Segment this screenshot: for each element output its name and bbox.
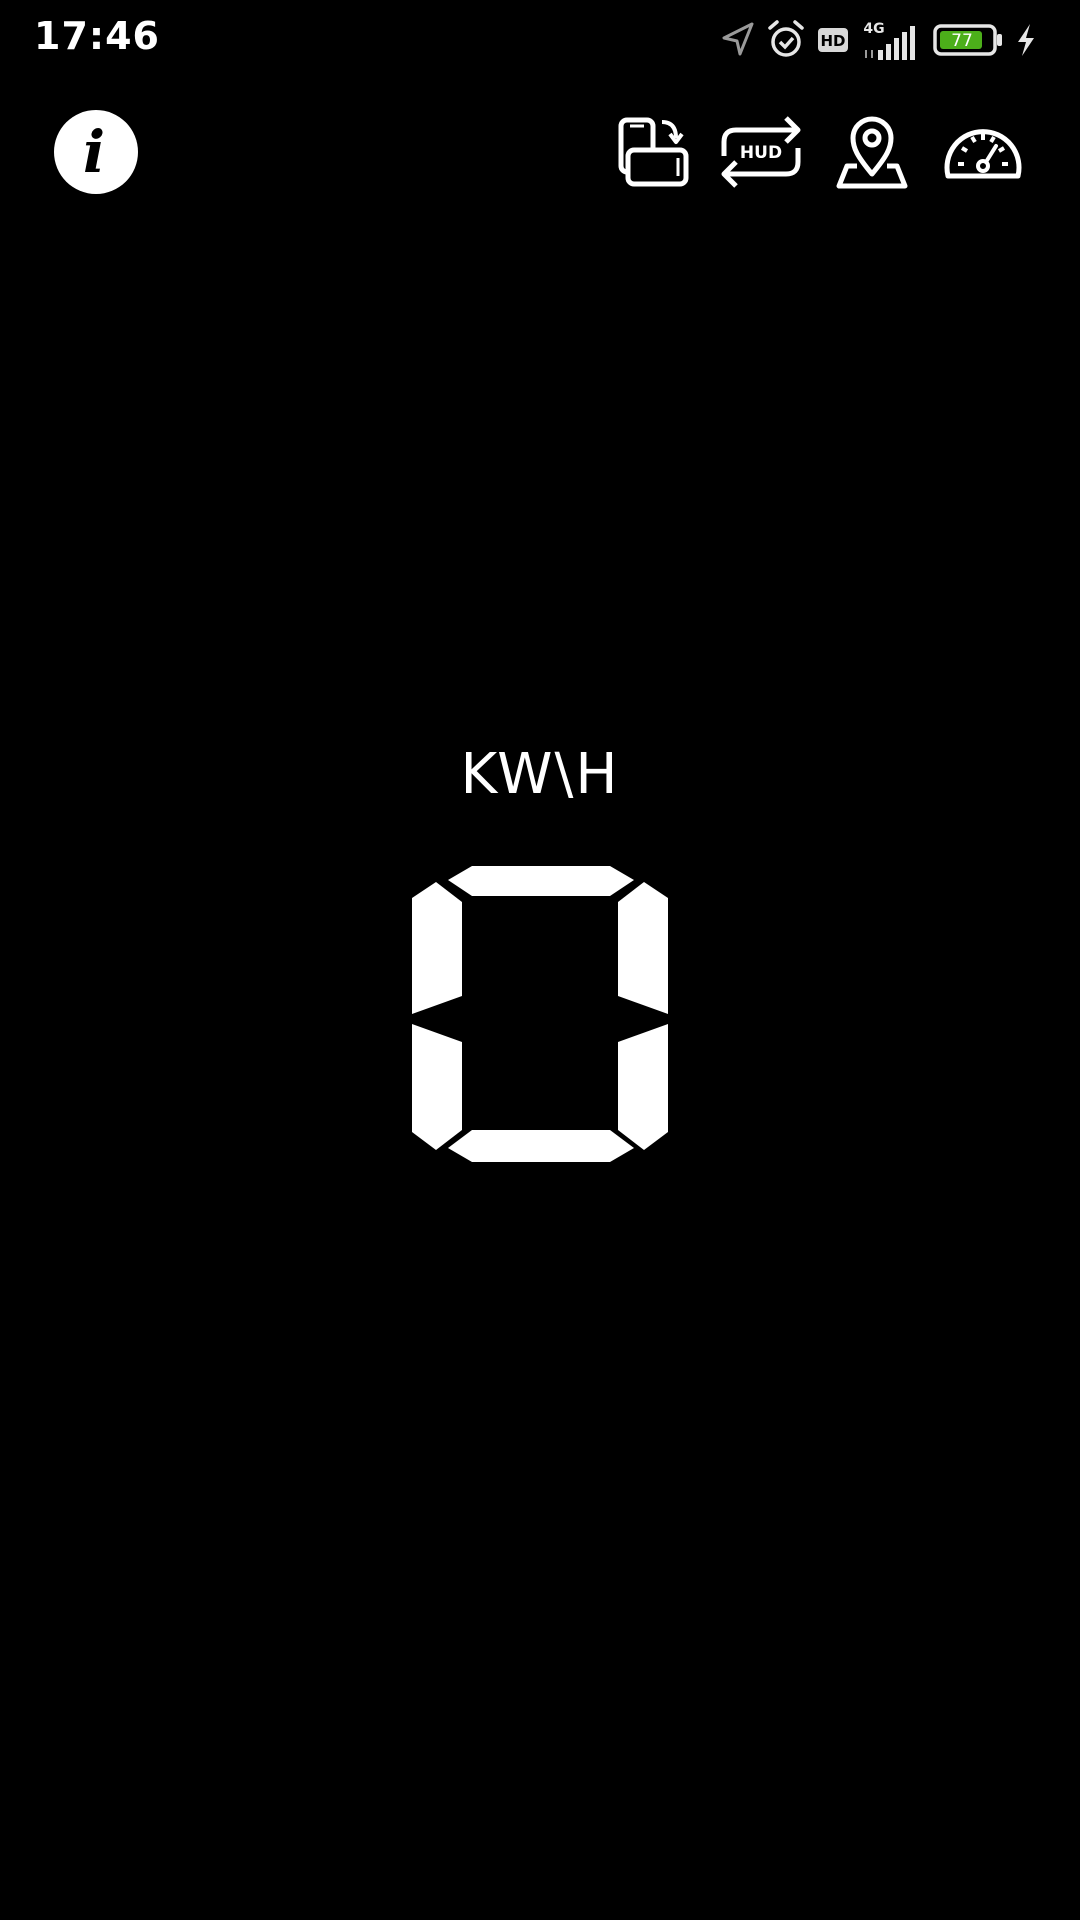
value-display: 0	[410, 862, 670, 1164]
map-pin-icon	[836, 116, 908, 189]
rotate-screen-button[interactable]	[606, 112, 696, 192]
speedometer-button[interactable]	[938, 112, 1028, 192]
signal-icon: 4G	[863, 21, 915, 60]
hd-icon: HD	[818, 28, 848, 52]
svg-text:4G: 4G	[863, 21, 884, 37]
map-button[interactable]	[827, 112, 917, 192]
info-icon: i	[82, 118, 106, 186]
speedometer-icon	[944, 129, 1022, 179]
svg-text:HUD: HUD	[740, 143, 782, 163]
info-button[interactable]: i	[54, 110, 138, 194]
segment-lower-left	[412, 1024, 462, 1150]
svg-text:HD: HD	[820, 32, 845, 50]
segment-bottom	[448, 1130, 634, 1162]
hud-swap-icon: HUD	[721, 116, 801, 188]
segment-lower-right	[618, 1024, 668, 1150]
status-icons: HD 4G 77	[720, 18, 1060, 62]
unit-label: KW\H	[460, 742, 620, 807]
battery-icon: 77	[933, 24, 1002, 56]
seven-segment-digit: 0	[412, 866, 668, 1162]
status-time: 17:46	[34, 14, 160, 58]
screen: 17:46 HD 4G 77 i HUD KW\H	[0, 0, 1080, 1920]
alarm-icon	[768, 20, 804, 57]
screen-rotate-icon	[618, 117, 689, 187]
segment-top	[448, 866, 634, 896]
status-bar: 17:46 HD 4G 77	[0, 0, 1080, 78]
segment-upper-left	[412, 882, 462, 1014]
svg-text:77: 77	[951, 31, 973, 51]
hud-toggle-button[interactable]: HUD	[716, 112, 806, 192]
location-arrow-icon	[722, 22, 754, 56]
charging-bolt-icon	[1018, 24, 1034, 56]
segment-upper-right	[618, 882, 668, 1014]
